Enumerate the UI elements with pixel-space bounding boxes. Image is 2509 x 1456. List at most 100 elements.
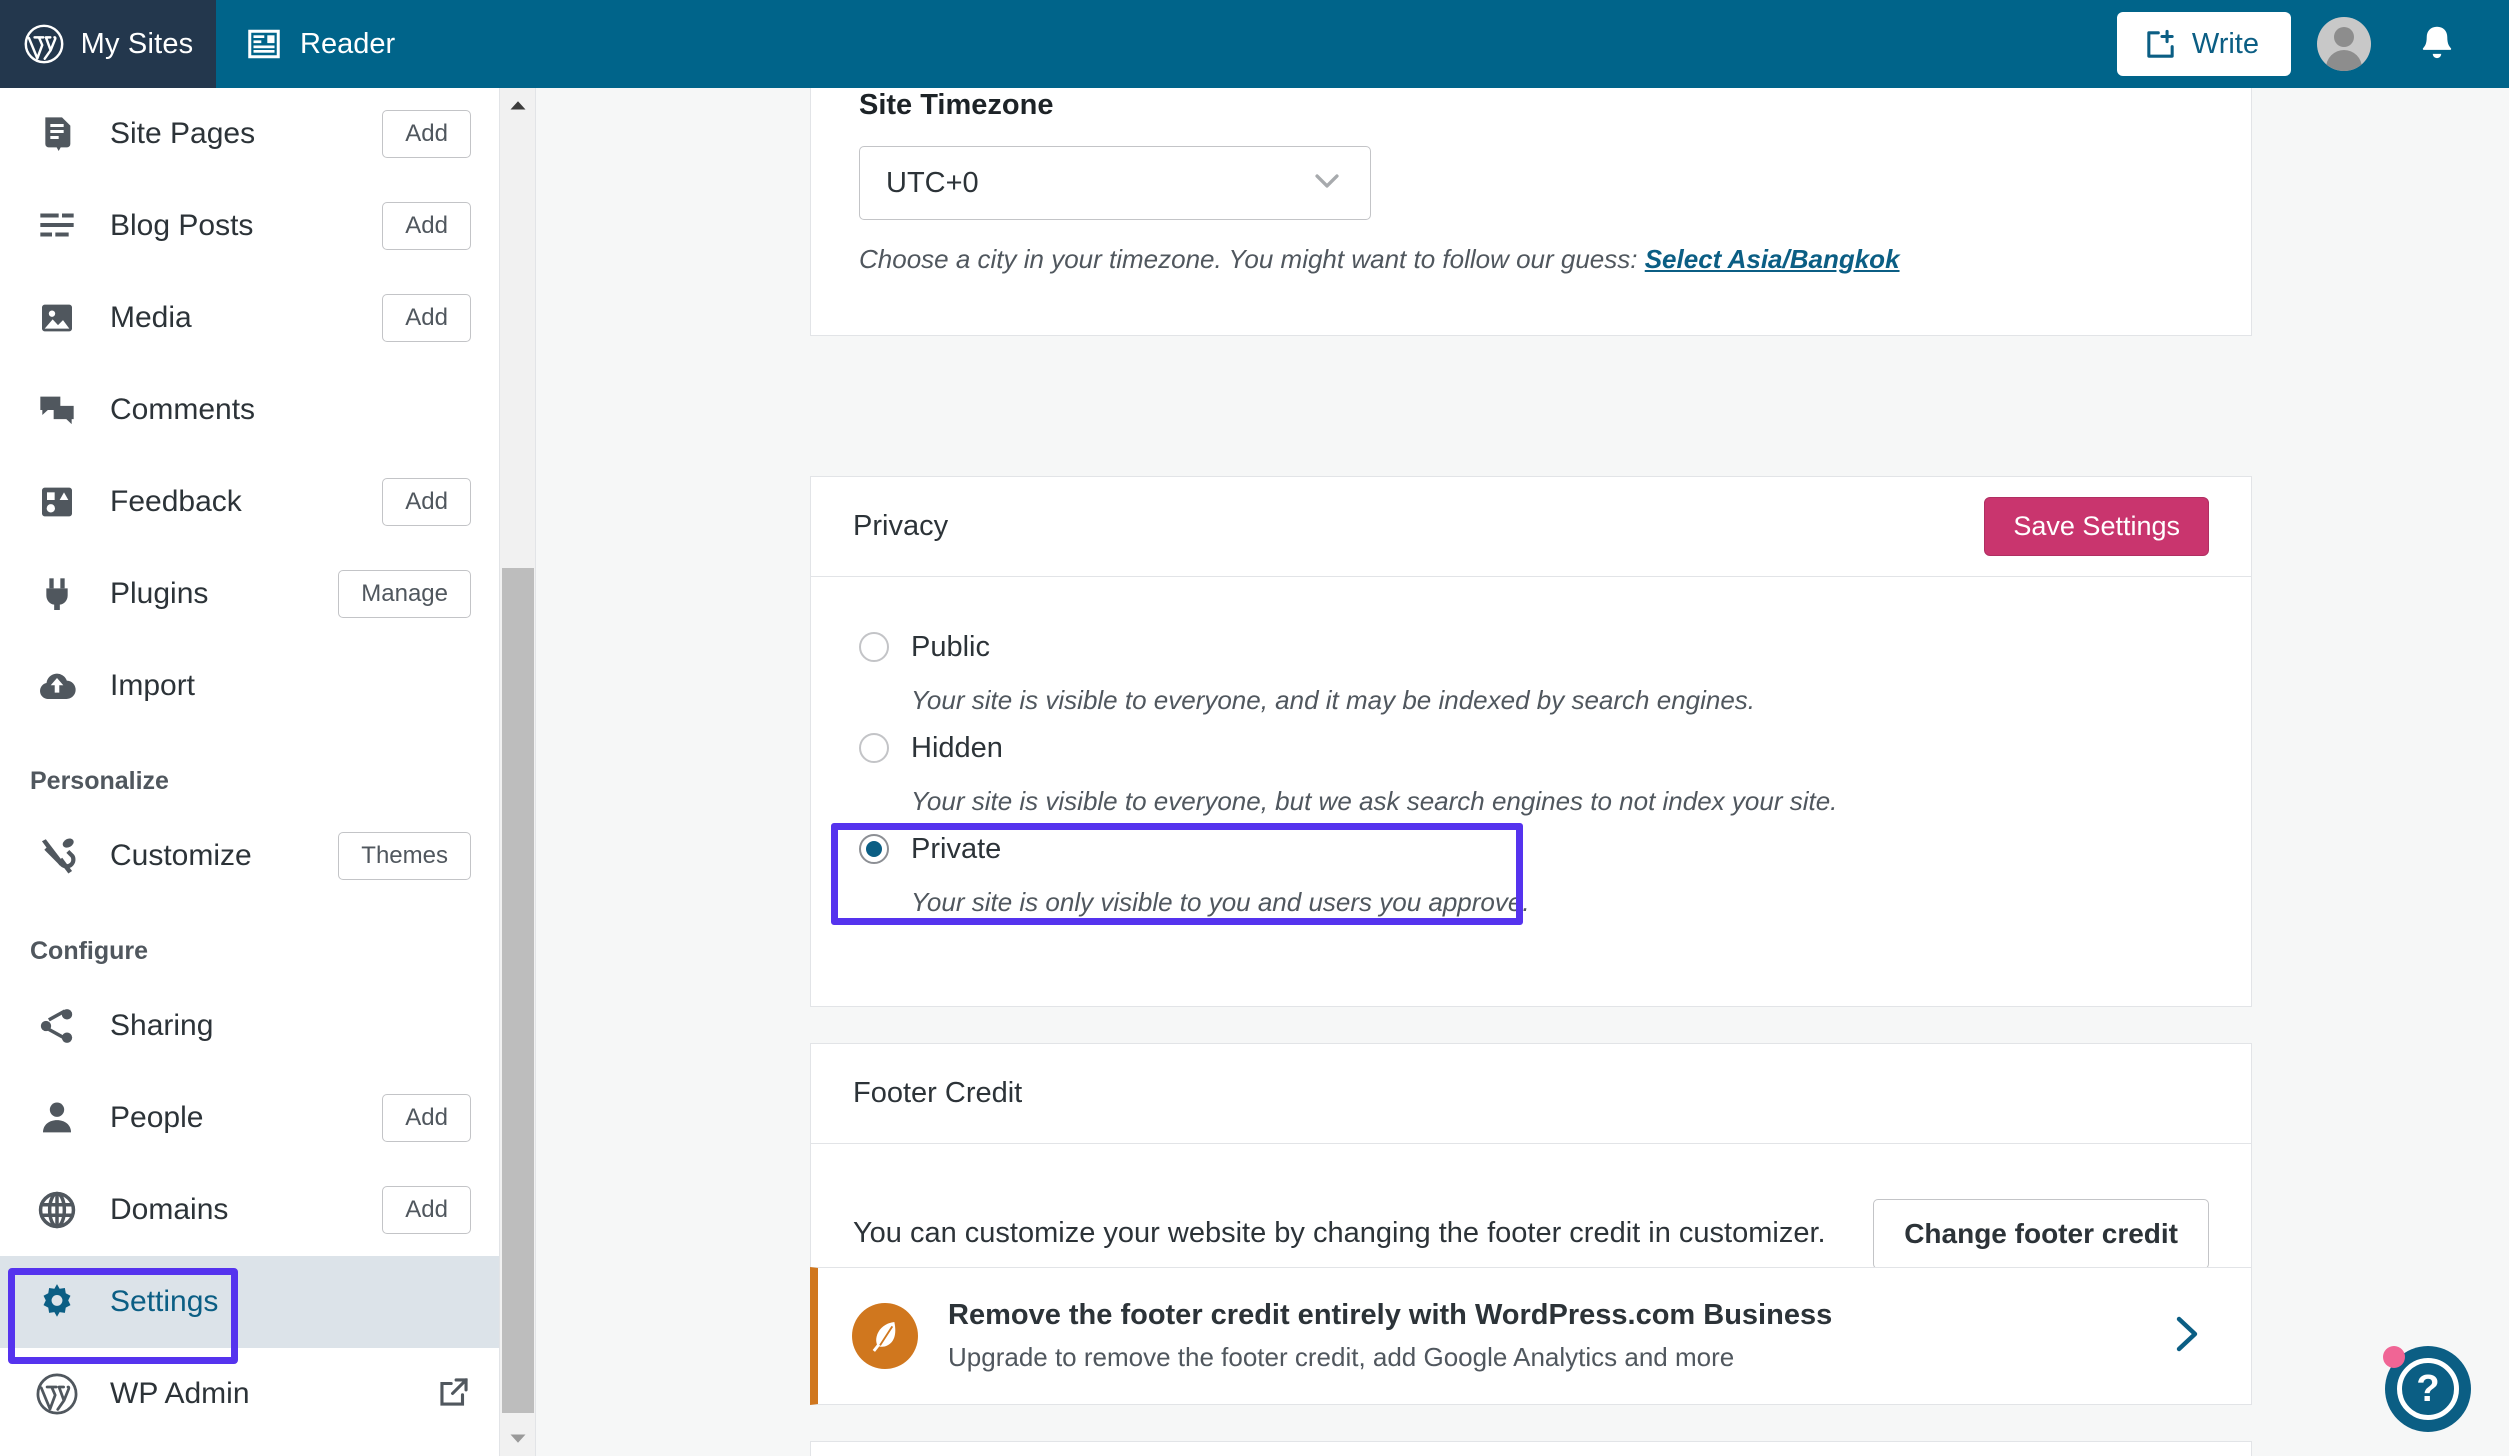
sidebar-item-settings[interactable]: Settings [0, 1256, 499, 1348]
scroll-up-arrow-icon[interactable] [500, 88, 536, 122]
sidebar-scrollbar[interactable] [500, 88, 536, 1456]
privacy-option-label: Private [911, 832, 1002, 865]
add-feedback-button[interactable]: Add [382, 478, 471, 526]
radio-hidden[interactable] [859, 733, 889, 763]
gear-icon [34, 1279, 80, 1325]
write-button[interactable]: Write [2116, 12, 2291, 76]
footer-credit-text: You can customize your website by changi… [853, 1217, 1826, 1249]
avatar-body [2326, 50, 2362, 71]
privacy-option-public-row[interactable]: Public [859, 621, 2203, 673]
privacy-option-hidden[interactable]: Hidden Your site is visible to everyone,… [859, 722, 2203, 817]
privacy-option-label: Public [911, 630, 990, 663]
privacy-option-private-row[interactable]: Private [859, 823, 2203, 875]
sidebar-item-plugins[interactable]: Plugins Manage [0, 548, 499, 640]
upgrade-nudge-text: Remove the footer credit entirely with W… [948, 1299, 1832, 1373]
site-timezone-select[interactable]: UTC+0 [859, 146, 1371, 220]
site-tools-header: Site Tools [811, 1442, 2251, 1456]
help-notification-dot [2383, 1346, 2405, 1368]
share-icon [34, 1003, 80, 1049]
write-label: Write [2191, 27, 2259, 60]
sidebar-item-label: Blog Posts [110, 209, 254, 242]
masthead-spacer [429, 0, 2117, 88]
sidebar-heading-personalize: Personalize [30, 767, 169, 795]
globe-icon [34, 1187, 80, 1233]
site-timezone-label: Site Timezone [859, 89, 1054, 121]
sidebar-item-people[interactable]: People Add [0, 1072, 499, 1164]
avatar-head [2334, 27, 2354, 47]
avatar[interactable] [2317, 17, 2371, 71]
chevron-right-icon[interactable] [2161, 1310, 2209, 1363]
scroll-down-arrow-icon[interactable] [500, 1422, 536, 1456]
sidebar-item-label: Sharing [110, 1009, 214, 1042]
posts-icon [34, 203, 80, 249]
privacy-option-desc: Your site is only visible to you and use… [911, 887, 1530, 917]
sidebar-item-label: Customize [110, 839, 252, 872]
themes-button[interactable]: Themes [338, 832, 471, 880]
sidebar-item-label: WP Admin [110, 1377, 250, 1410]
tools-icon [34, 833, 80, 879]
sidebar-item-label: People [110, 1101, 204, 1134]
privacy-title: Privacy [853, 510, 949, 542]
radio-private[interactable] [859, 834, 889, 864]
sidebar-item-site-pages[interactable]: Site Pages Add [0, 88, 499, 180]
privacy-option-desc: Your site is visible to everyone, but we… [911, 786, 1838, 816]
chevron-down-icon [1310, 164, 1344, 203]
privacy-option-label: Hidden [911, 731, 1003, 764]
add-media-button[interactable]: Add [382, 294, 471, 342]
write-page-plus-icon [2143, 27, 2178, 62]
cloud-upload-icon [34, 663, 80, 709]
change-footer-credit-button[interactable]: Change footer credit [1873, 1198, 2209, 1269]
save-settings-button[interactable]: Save Settings [1984, 497, 2209, 556]
add-domain-button[interactable]: Add [382, 1186, 471, 1234]
wordpress-logo-icon [23, 23, 65, 65]
sidebar-item-label: Domains [110, 1193, 229, 1226]
comments-icon [34, 387, 80, 433]
main-content: Site Timezone UTC+0 Choose a city in you… [537, 88, 2509, 1456]
upgrade-nudge-banner[interactable]: Remove the footer credit entirely with W… [810, 1267, 2252, 1405]
page-icon [34, 111, 80, 157]
add-blog-post-button[interactable]: Add [382, 202, 471, 250]
privacy-option-hidden-row[interactable]: Hidden [859, 722, 2203, 774]
feedback-icon [34, 479, 80, 525]
sidebar-item-media[interactable]: Media Add [0, 272, 499, 364]
help-question-icon: ? [2397, 1358, 2459, 1420]
site-timezone-card: Site Timezone UTC+0 Choose a city in you… [810, 88, 2252, 336]
add-people-button[interactable]: Add [382, 1094, 471, 1142]
privacy-option-public[interactable]: Public Your site is visible to everyone,… [859, 621, 2203, 716]
footer-credit-header: Footer Credit [811, 1044, 2251, 1144]
sidebar-item-wp-admin[interactable]: WP Admin [0, 1348, 499, 1440]
sidebar-item-customize[interactable]: Customize Themes [0, 810, 499, 902]
privacy-card-header: Privacy Save Settings [811, 477, 2251, 577]
sidebar-scrollbar-thumb[interactable] [502, 568, 534, 1413]
sidebar-heading-configure: Configure [30, 937, 149, 965]
sidebar[interactable]: Site Pages Add Blog Posts Add Media Add [0, 88, 500, 1456]
sidebar-item-domains[interactable]: Domains Add [0, 1164, 499, 1256]
sidebar-item-comments[interactable]: Comments [0, 364, 499, 456]
add-site-page-button[interactable]: Add [382, 110, 471, 158]
select-timezone-guess-link[interactable]: Select Asia/Bangkok [1645, 244, 1900, 274]
radio-public[interactable] [859, 632, 889, 662]
feather-pen-icon [852, 1303, 918, 1369]
sidebar-item-blog-posts[interactable]: Blog Posts Add [0, 180, 499, 272]
sidebar-item-label: Site Pages [110, 117, 256, 150]
reader-button[interactable]: Reader [216, 0, 429, 88]
masthead: My Sites Reader Write [0, 0, 2509, 88]
wordpress-logo-icon [34, 1371, 80, 1417]
sidebar-item-import[interactable]: Import [0, 640, 499, 732]
sidebar-item-sharing[interactable]: Sharing [0, 980, 499, 1072]
sidebar-item-label: Plugins [110, 577, 209, 610]
plugin-icon [34, 571, 80, 617]
my-sites-button[interactable]: My Sites [0, 0, 216, 88]
sidebar-item-label: Media [110, 301, 192, 334]
notifications-bell-icon[interactable] [2415, 22, 2459, 66]
sidebar-item-label: Comments [110, 393, 256, 426]
site-timezone-value: UTC+0 [886, 166, 979, 199]
privacy-option-private[interactable]: Private Your site is only visible to you… [859, 823, 2203, 918]
reader-icon [246, 26, 282, 62]
sidebar-item-feedback[interactable]: Feedback Add [0, 456, 499, 548]
site-timezone-help-text: Choose a city in your timezone. You migh… [859, 244, 1645, 274]
manage-plugins-button[interactable]: Manage [338, 570, 471, 618]
sidebar-item-label: Import [110, 669, 196, 702]
site-timezone-help: Choose a city in your timezone. You migh… [859, 244, 2203, 275]
privacy-card: Privacy Save Settings Public Your site i… [810, 476, 2252, 1007]
